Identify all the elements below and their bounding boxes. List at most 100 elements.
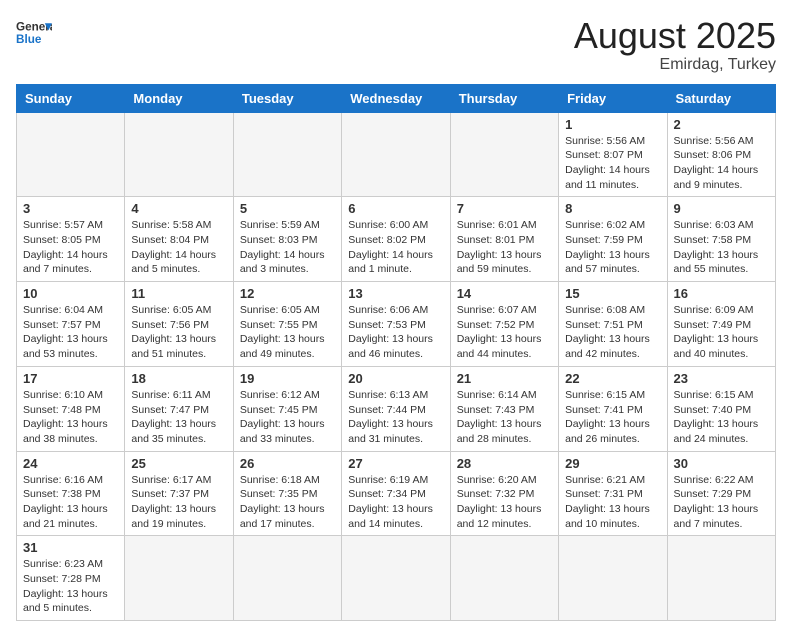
day-number: 30 <box>674 456 769 471</box>
day-number: 4 <box>131 201 226 216</box>
day-info: Sunrise: 6:06 AM Sunset: 7:53 PM Dayligh… <box>348 303 443 362</box>
day-header-friday: Friday <box>559 84 667 112</box>
calendar-day-cell <box>125 536 233 621</box>
day-info: Sunrise: 6:13 AM Sunset: 7:44 PM Dayligh… <box>348 388 443 447</box>
calendar-day-cell <box>450 112 558 197</box>
calendar-day-cell: 15 Sunrise: 6:08 AM Sunset: 7:51 PM Dayli… <box>559 282 667 367</box>
day-number: 12 <box>240 286 335 301</box>
calendar-day-cell <box>342 112 450 197</box>
calendar-day-cell: 16Sunrise: 6:09 AM Sunset: 7:49 PM Dayli… <box>667 282 775 367</box>
day-info: Sunrise: 5:58 AM Sunset: 8:04 PM Dayligh… <box>131 218 226 277</box>
calendar-day-cell: 17Sunrise: 6:10 AM Sunset: 7:48 PM Dayli… <box>17 366 125 451</box>
day-number: 2 <box>674 117 769 132</box>
day-header-wednesday: Wednesday <box>342 84 450 112</box>
day-number: 19 <box>240 371 335 386</box>
day-info: Sunrise: 6:20 AM Sunset: 7:32 PM Dayligh… <box>457 473 552 532</box>
day-info: Sunrise: 6:07 AM Sunset: 7:52 PM Dayligh… <box>457 303 552 362</box>
calendar-day-cell: 27 Sunrise: 6:19 AM Sunset: 7:34 PM Dayli… <box>342 451 450 536</box>
logo-icon: General Blue <box>16 16 52 52</box>
calendar-week-row: 24 Sunrise: 6:16 AM Sunset: 7:38 PM Dayli… <box>17 451 776 536</box>
day-info: Sunrise: 6:17 AM Sunset: 7:37 PM Dayligh… <box>131 473 226 532</box>
day-info: Sunrise: 6:03 AM Sunset: 7:58 PM Dayligh… <box>674 218 769 277</box>
calendar-day-cell: 19Sunrise: 6:12 AM Sunset: 7:45 PM Dayli… <box>233 366 341 451</box>
calendar-day-cell: 3 Sunrise: 5:57 AM Sunset: 8:05 PM Daylig… <box>17 197 125 282</box>
calendar-day-cell <box>342 536 450 621</box>
day-info: Sunrise: 6:11 AM Sunset: 7:47 PM Dayligh… <box>131 388 226 447</box>
day-number: 25 <box>131 456 226 471</box>
calendar-day-cell: 1 Sunrise: 5:56 AM Sunset: 8:07 PM Daylig… <box>559 112 667 197</box>
svg-text:General: General <box>16 20 52 33</box>
day-number: 3 <box>23 201 118 216</box>
calendar-subtitle: Emirdag, Turkey <box>574 56 776 74</box>
page-header: General Blue August 2025 Emirdag, Turkey <box>16 16 776 74</box>
day-info: Sunrise: 6:22 AM Sunset: 7:29 PM Dayligh… <box>674 473 769 532</box>
day-info: Sunrise: 6:00 AM Sunset: 8:02 PM Dayligh… <box>348 218 443 277</box>
day-info: Sunrise: 6:23 AM Sunset: 7:28 PM Dayligh… <box>23 557 118 616</box>
day-number: 27 <box>348 456 443 471</box>
calendar-day-cell: 25 Sunrise: 6:17 AM Sunset: 7:37 PM Dayli… <box>125 451 233 536</box>
day-number: 20 <box>348 371 443 386</box>
day-number: 11 <box>131 286 226 301</box>
day-number: 7 <box>457 201 552 216</box>
logo: General Blue <box>16 16 52 52</box>
day-info: Sunrise: 5:57 AM Sunset: 8:05 PM Dayligh… <box>23 218 118 277</box>
day-info: Sunrise: 5:56 AM Sunset: 8:06 PM Dayligh… <box>674 134 769 193</box>
day-number: 5 <box>240 201 335 216</box>
day-info: Sunrise: 5:56 AM Sunset: 8:07 PM Dayligh… <box>565 134 660 193</box>
day-number: 1 <box>565 117 660 132</box>
day-info: Sunrise: 5:59 AM Sunset: 8:03 PM Dayligh… <box>240 218 335 277</box>
day-number: 10 <box>23 286 118 301</box>
calendar-day-cell <box>667 536 775 621</box>
day-info: Sunrise: 6:05 AM Sunset: 7:56 PM Dayligh… <box>131 303 226 362</box>
calendar-day-cell: 4 Sunrise: 5:58 AM Sunset: 8:04 PM Daylig… <box>125 197 233 282</box>
day-header-sunday: Sunday <box>17 84 125 112</box>
calendar-day-cell: 22 Sunrise: 6:15 AM Sunset: 7:41 PM Dayli… <box>559 366 667 451</box>
day-number: 15 <box>565 286 660 301</box>
calendar-header-row: SundayMondayTuesdayWednesdayThursdayFrid… <box>17 84 776 112</box>
day-info: Sunrise: 6:04 AM Sunset: 7:57 PM Dayligh… <box>23 303 118 362</box>
day-info: Sunrise: 6:21 AM Sunset: 7:31 PM Dayligh… <box>565 473 660 532</box>
calendar-day-cell <box>233 536 341 621</box>
calendar-day-cell: 31 Sunrise: 6:23 AM Sunset: 7:28 PM Dayli… <box>17 536 125 621</box>
calendar-week-row: 17Sunrise: 6:10 AM Sunset: 7:48 PM Dayli… <box>17 366 776 451</box>
day-header-tuesday: Tuesday <box>233 84 341 112</box>
day-info: Sunrise: 6:05 AM Sunset: 7:55 PM Dayligh… <box>240 303 335 362</box>
day-number: 28 <box>457 456 552 471</box>
day-header-monday: Monday <box>125 84 233 112</box>
day-number: 31 <box>23 540 118 555</box>
calendar-day-cell: 26 Sunrise: 6:18 AM Sunset: 7:35 PM Dayli… <box>233 451 341 536</box>
calendar-day-cell <box>559 536 667 621</box>
day-number: 24 <box>23 456 118 471</box>
calendar-day-cell: 2 Sunrise: 5:56 AM Sunset: 8:06 PM Daylig… <box>667 112 775 197</box>
calendar-day-cell: 8Sunrise: 6:02 AM Sunset: 7:59 PM Daylig… <box>559 197 667 282</box>
calendar-week-row: 10 Sunrise: 6:04 AM Sunset: 7:57 PM Dayli… <box>17 282 776 367</box>
day-number: 18 <box>131 371 226 386</box>
calendar-day-cell: 23Sunrise: 6:15 AM Sunset: 7:40 PM Dayli… <box>667 366 775 451</box>
day-number: 29 <box>565 456 660 471</box>
day-header-thursday: Thursday <box>450 84 558 112</box>
calendar-day-cell: 20 Sunrise: 6:13 AM Sunset: 7:44 PM Dayli… <box>342 366 450 451</box>
calendar-week-row: 1 Sunrise: 5:56 AM Sunset: 8:07 PM Daylig… <box>17 112 776 197</box>
calendar-day-cell: 14Sunrise: 6:07 AM Sunset: 7:52 PM Dayli… <box>450 282 558 367</box>
day-info: Sunrise: 6:18 AM Sunset: 7:35 PM Dayligh… <box>240 473 335 532</box>
day-info: Sunrise: 6:15 AM Sunset: 7:41 PM Dayligh… <box>565 388 660 447</box>
day-number: 26 <box>240 456 335 471</box>
calendar-day-cell: 28 Sunrise: 6:20 AM Sunset: 7:32 PM Dayli… <box>450 451 558 536</box>
calendar-week-row: 3 Sunrise: 5:57 AM Sunset: 8:05 PM Daylig… <box>17 197 776 282</box>
calendar-day-cell: 29 Sunrise: 6:21 AM Sunset: 7:31 PM Dayli… <box>559 451 667 536</box>
day-number: 22 <box>565 371 660 386</box>
calendar-day-cell <box>233 112 341 197</box>
day-number: 16 <box>674 286 769 301</box>
day-info: Sunrise: 6:08 AM Sunset: 7:51 PM Dayligh… <box>565 303 660 362</box>
calendar-table: SundayMondayTuesdayWednesdayThursdayFrid… <box>16 84 776 622</box>
day-number: 21 <box>457 371 552 386</box>
calendar-day-cell: 24 Sunrise: 6:16 AM Sunset: 7:38 PM Dayli… <box>17 451 125 536</box>
calendar-day-cell: 18 Sunrise: 6:11 AM Sunset: 7:47 PM Dayli… <box>125 366 233 451</box>
day-info: Sunrise: 6:16 AM Sunset: 7:38 PM Dayligh… <box>23 473 118 532</box>
calendar-day-cell: 11 Sunrise: 6:05 AM Sunset: 7:56 PM Dayli… <box>125 282 233 367</box>
day-info: Sunrise: 6:19 AM Sunset: 7:34 PM Dayligh… <box>348 473 443 532</box>
calendar-day-cell <box>125 112 233 197</box>
day-number: 13 <box>348 286 443 301</box>
calendar-day-cell: 10 Sunrise: 6:04 AM Sunset: 7:57 PM Dayli… <box>17 282 125 367</box>
day-info: Sunrise: 6:01 AM Sunset: 8:01 PM Dayligh… <box>457 218 552 277</box>
